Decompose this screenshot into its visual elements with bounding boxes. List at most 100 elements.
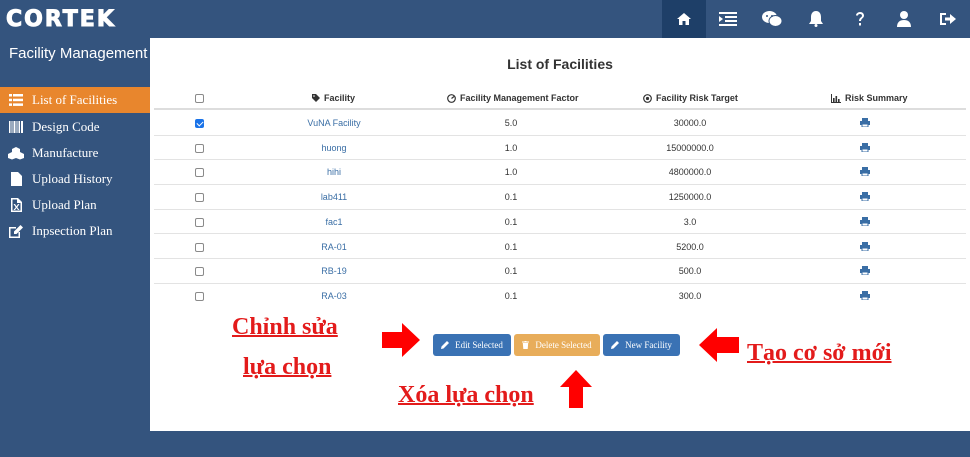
sidebar-item-upload-history[interactable]: Upload History: [0, 166, 150, 192]
print-icon[interactable]: [860, 142, 870, 154]
notifications-button[interactable]: [794, 0, 838, 38]
risk-target-value: 1250000.0: [668, 192, 712, 203]
management-factor-value: 0.1: [504, 192, 518, 203]
sidebar-item-design-code[interactable]: Design Code: [0, 114, 150, 140]
pencil-icon: [441, 341, 450, 349]
table-row[interactable]: lab411 0.1 1250000.0: [154, 185, 966, 210]
list-button[interactable]: [706, 0, 750, 38]
facility-link[interactable]: VuNA Facility: [284, 118, 384, 128]
row-checkbox[interactable]: [195, 119, 204, 128]
home-icon: [677, 13, 691, 25]
management-factor-value: 0.1: [504, 266, 518, 277]
facility-link[interactable]: RB-19: [284, 266, 384, 276]
trash-icon: [522, 341, 530, 349]
table-row[interactable]: hihi 1.0 4800000.0: [154, 160, 966, 186]
management-factor-value: 5.0: [504, 118, 518, 128]
facility-link[interactable]: huong: [284, 143, 384, 153]
tag-icon: [312, 94, 320, 102]
table-row[interactable]: RA-03 0.1 300.0: [154, 284, 966, 309]
sidebar-item-inspection-plan[interactable]: Inpsection Plan: [0, 218, 150, 244]
pencil-icon: [611, 341, 620, 349]
print-icon[interactable]: [860, 241, 870, 253]
row-checkbox[interactable]: [195, 291, 204, 301]
sidebar-item-manufacture[interactable]: Manufacture: [0, 140, 150, 166]
footer-bar: [0, 431, 970, 457]
user-button[interactable]: [882, 0, 926, 38]
sidebar-item-upload-plan[interactable]: Upload Plan: [0, 192, 150, 218]
list-icon: [8, 93, 24, 107]
help-button[interactable]: [838, 0, 882, 38]
row-checkbox[interactable]: [195, 193, 204, 203]
print-icon[interactable]: [860, 216, 870, 228]
management-factor-value: 0.1: [504, 241, 518, 252]
table-row[interactable]: VuNA Facility 5.0 30000.0: [154, 111, 966, 136]
sidebar-item-label: List of Facilities: [32, 92, 118, 107]
risk-target-value: 300.0: [678, 290, 702, 301]
sidebar: Facility Management List of Facilities D…: [0, 38, 150, 431]
management-factor-value: 1.0: [504, 167, 518, 178]
annotation-delete: Xóa lựa chọn: [398, 382, 534, 408]
delete-selected-button[interactable]: Delete Selected: [514, 334, 600, 356]
wechat-button[interactable]: [750, 0, 794, 38]
arrow-up-icon: [560, 370, 592, 413]
list-icon: [719, 12, 737, 26]
risk-target-value: 3.0: [683, 216, 697, 227]
column-facility[interactable]: Facility: [312, 93, 355, 103]
barcode-icon: [8, 120, 24, 134]
row-checkbox[interactable]: [195, 267, 204, 277]
home-button[interactable]: [662, 0, 706, 38]
table-row[interactable]: RB-19 0.1 500.0: [154, 259, 966, 284]
facility-link[interactable]: hihi: [284, 167, 384, 177]
file-icon: [8, 172, 24, 186]
logout-button[interactable]: [926, 0, 970, 38]
management-factor-value: 0.1: [504, 216, 518, 227]
print-icon[interactable]: [860, 192, 870, 203]
table-row[interactable]: huong 1.0 15000000.0: [154, 136, 966, 161]
row-checkbox[interactable]: [195, 168, 204, 178]
print-icon[interactable]: [860, 118, 870, 129]
management-factor-value: 0.1: [504, 290, 518, 301]
table-row[interactable]: fac1 0.1 3.0: [154, 210, 966, 235]
cortek-logo[interactable]: CORTEK: [6, 6, 116, 32]
sidebar-item-list-of-facilities[interactable]: List of Facilities: [0, 87, 150, 113]
table-row[interactable]: RA-01 0.1 5200.0: [154, 235, 966, 260]
edit-icon: [8, 224, 24, 238]
new-facility-button[interactable]: New Facility: [603, 334, 680, 356]
column-risk-target[interactable]: Facility Risk Target: [643, 93, 738, 103]
page-title: List of Facilities: [507, 56, 613, 72]
column-management-factor[interactable]: Facility Management Factor: [447, 93, 579, 103]
sidebar-item-label: Manufacture: [32, 145, 99, 160]
bell-icon: [809, 11, 823, 27]
row-checkbox[interactable]: [195, 217, 204, 227]
table-header: Facility Facility Management Factor Faci…: [154, 88, 966, 110]
column-risk-summary[interactable]: Risk Summary: [831, 93, 908, 103]
sidebar-item-label: Upload Plan: [32, 197, 97, 212]
dashboard-icon: [447, 93, 456, 103]
print-icon[interactable]: [860, 266, 870, 277]
row-checkbox[interactable]: [195, 242, 204, 252]
annotation-edit-line2: lựa chọn: [243, 354, 332, 380]
file-excel-icon: [8, 198, 24, 212]
print-icon[interactable]: [860, 290, 870, 302]
facility-link[interactable]: RA-03: [284, 291, 384, 301]
facility-link[interactable]: fac1: [284, 217, 384, 227]
risk-target-value: 4800000.0: [668, 167, 712, 178]
sidebar-item-label: Upload History: [32, 171, 113, 186]
wechat-icon: [762, 11, 782, 27]
row-checkbox[interactable]: [195, 143, 204, 153]
facility-link[interactable]: lab411: [284, 192, 384, 202]
question-icon: [856, 12, 864, 26]
edit-selected-button[interactable]: Edit Selected: [433, 334, 511, 356]
top-bar: CORTEK: [0, 0, 970, 38]
bar-chart-icon: [831, 93, 841, 103]
top-nav: [662, 0, 970, 38]
management-factor-value: 1.0: [504, 142, 518, 153]
print-icon[interactable]: [860, 167, 870, 178]
sidebar-title: Facility Management: [9, 45, 148, 62]
select-all-checkbox[interactable]: [195, 94, 204, 103]
annotation-new: Tạo cơ sở mới: [747, 340, 892, 366]
arrow-right-icon: [382, 323, 420, 362]
facility-link[interactable]: RA-01: [284, 242, 384, 252]
risk-target-value: 5200.0: [676, 241, 704, 252]
arrow-left-icon: [699, 328, 739, 367]
